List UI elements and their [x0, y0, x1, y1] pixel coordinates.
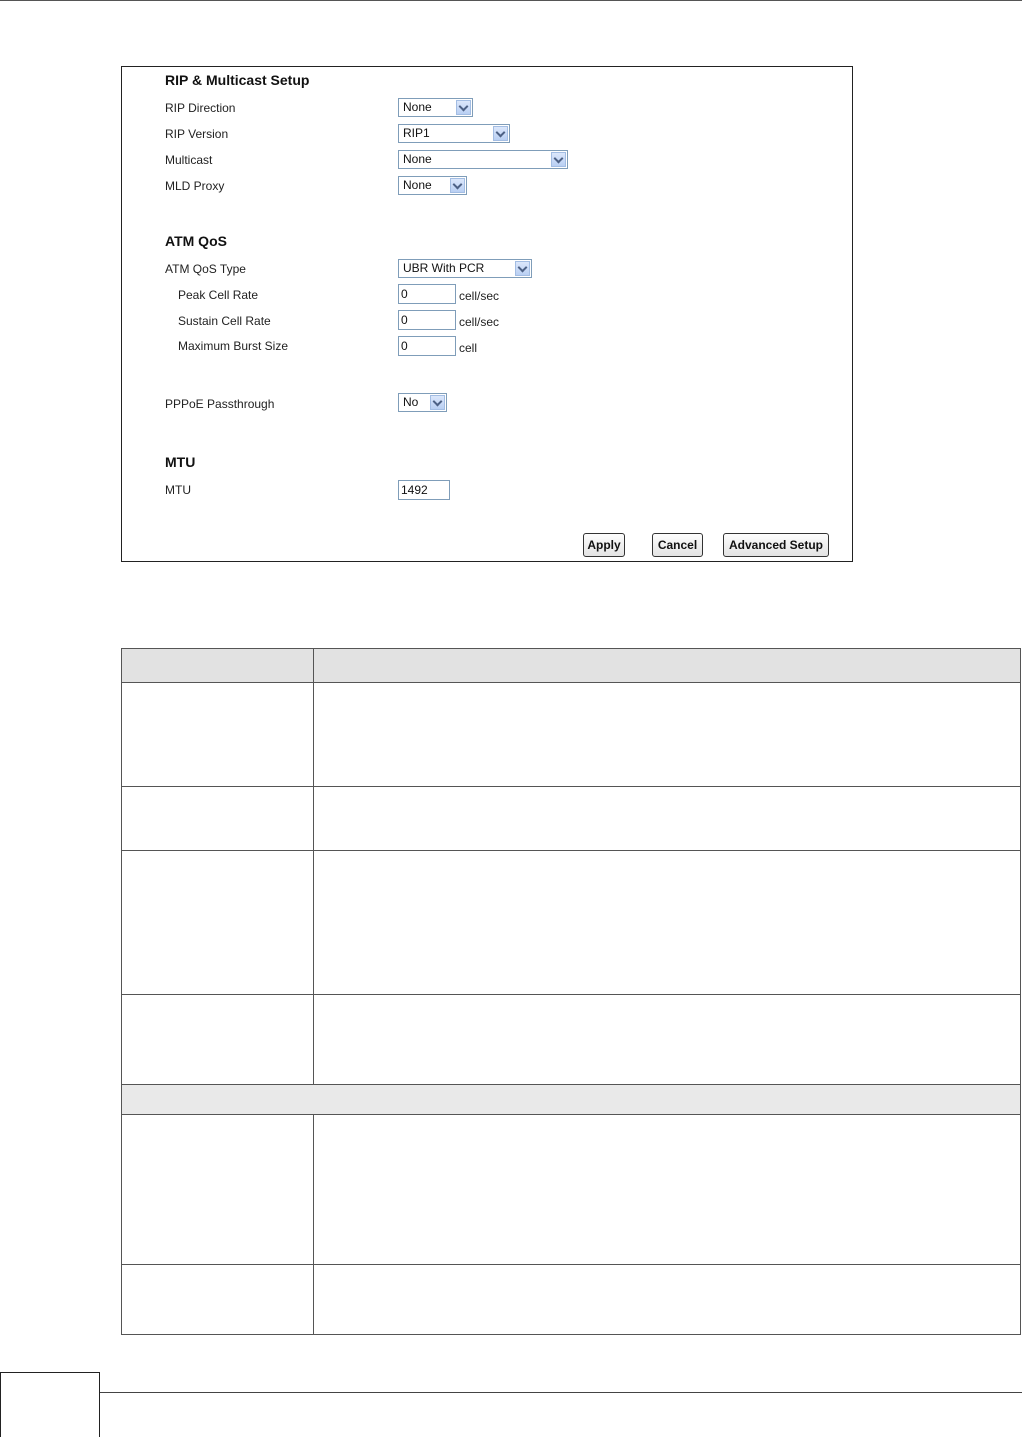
footer-rule: [100, 1392, 1022, 1393]
max-burst-size-label: Maximum Burst Size: [178, 339, 289, 353]
peak-cell-rate-unit: cell/sec: [459, 289, 500, 303]
max-burst-size-unit: cell: [459, 341, 478, 355]
mtu-title: MTU: [165, 454, 196, 470]
table-header-description: [313, 648, 1021, 683]
atm-qos-type-select[interactable]: UBR With PCR: [398, 259, 532, 278]
table-header-label: [121, 648, 314, 683]
table-row: [121, 682, 1021, 787]
rip-direction-value: None: [403, 100, 432, 114]
table-row: [121, 850, 1021, 995]
mtu-input[interactable]: 1492: [398, 480, 450, 500]
atm-qos-type-value: UBR With PCR: [403, 261, 485, 275]
top-rule: [0, 0, 1022, 1]
multicast-value: None: [403, 152, 432, 166]
table-section-row: [121, 1084, 1021, 1115]
table-cell: [313, 1114, 1021, 1265]
apply-button[interactable]: Apply: [583, 533, 625, 557]
chevron-down-icon: [430, 395, 445, 410]
chevron-down-icon: [456, 100, 471, 115]
table-row: [121, 994, 1021, 1085]
table-cell: [121, 786, 314, 851]
rip-direction-label: RIP Direction: [165, 101, 236, 115]
pppoe-passthrough-label: PPPoE Passthrough: [165, 397, 275, 411]
table-cell: [121, 994, 314, 1085]
table-cell: [313, 1264, 1021, 1335]
table-row: [121, 1264, 1021, 1335]
multicast-select[interactable]: None: [398, 150, 568, 169]
table-cell: [121, 1264, 314, 1335]
table-row: [121, 1114, 1021, 1265]
rip-version-value: RIP1: [403, 126, 430, 140]
wan-setup-panel: RIP & Multicast Setup RIP Direction None…: [121, 66, 853, 562]
chevron-down-icon: [515, 261, 530, 276]
table-header-row: [121, 648, 1021, 683]
rip-direction-select[interactable]: None: [398, 98, 473, 117]
page-number-box: [0, 1372, 100, 1437]
peak-cell-rate-label: Peak Cell Rate: [178, 288, 259, 302]
atm-qos-title: ATM QoS: [165, 233, 227, 249]
mld-proxy-value: None: [403, 178, 432, 192]
pppoe-passthrough-value: No: [403, 395, 419, 409]
description-table: [121, 648, 1021, 1335]
peak-cell-rate-input[interactable]: 0: [398, 284, 456, 304]
table-cell: [121, 682, 314, 787]
rip-version-select[interactable]: RIP1: [398, 124, 510, 143]
sustain-cell-rate-input[interactable]: 0: [398, 310, 456, 330]
chevron-down-icon: [551, 152, 566, 167]
mtu-label: MTU: [165, 483, 191, 497]
chevron-down-icon: [450, 178, 465, 193]
sustain-cell-rate-unit: cell/sec: [459, 315, 500, 329]
table-section-cell: [121, 1084, 1021, 1115]
table-cell: [121, 1114, 314, 1265]
advanced-setup-button[interactable]: Advanced Setup: [723, 533, 829, 557]
table-cell: [313, 786, 1021, 851]
table-cell: [313, 850, 1021, 995]
cancel-button[interactable]: Cancel: [652, 533, 703, 557]
mld-proxy-label: MLD Proxy: [165, 179, 225, 193]
atm-qos-type-label: ATM QoS Type: [165, 262, 246, 276]
max-burst-size-input[interactable]: 0: [398, 336, 456, 356]
pppoe-passthrough-select[interactable]: No: [398, 393, 447, 412]
table-cell: [313, 994, 1021, 1085]
rip-version-label: RIP Version: [165, 127, 229, 141]
rip-multicast-title: RIP & Multicast Setup: [165, 72, 310, 88]
chevron-down-icon: [493, 126, 508, 141]
mld-proxy-select[interactable]: None: [398, 176, 467, 195]
table-cell: [121, 850, 314, 995]
sustain-cell-rate-label: Sustain Cell Rate: [178, 314, 271, 328]
table-row: [121, 786, 1021, 851]
multicast-label: Multicast: [165, 153, 213, 167]
table-cell: [313, 682, 1021, 787]
